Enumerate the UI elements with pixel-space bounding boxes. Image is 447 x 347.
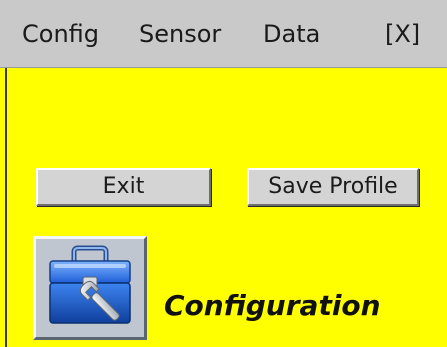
- close-menu-item[interactable]: [X]: [385, 20, 420, 48]
- toolbox-wrench-icon: [49, 245, 131, 324]
- menu-item-config[interactable]: Config: [22, 20, 99, 48]
- left-divider: [5, 68, 7, 347]
- save-profile-button[interactable]: Save Profile: [247, 168, 419, 206]
- exit-button[interactable]: Exit: [36, 168, 211, 206]
- configuration-button[interactable]: [33, 236, 147, 340]
- configuration-label: Configuration: [164, 289, 381, 322]
- menu-item-data[interactable]: Data: [263, 20, 320, 48]
- menu-bar: Config Sensor Data [X]: [0, 0, 447, 68]
- menu-item-sensor[interactable]: Sensor: [139, 20, 221, 48]
